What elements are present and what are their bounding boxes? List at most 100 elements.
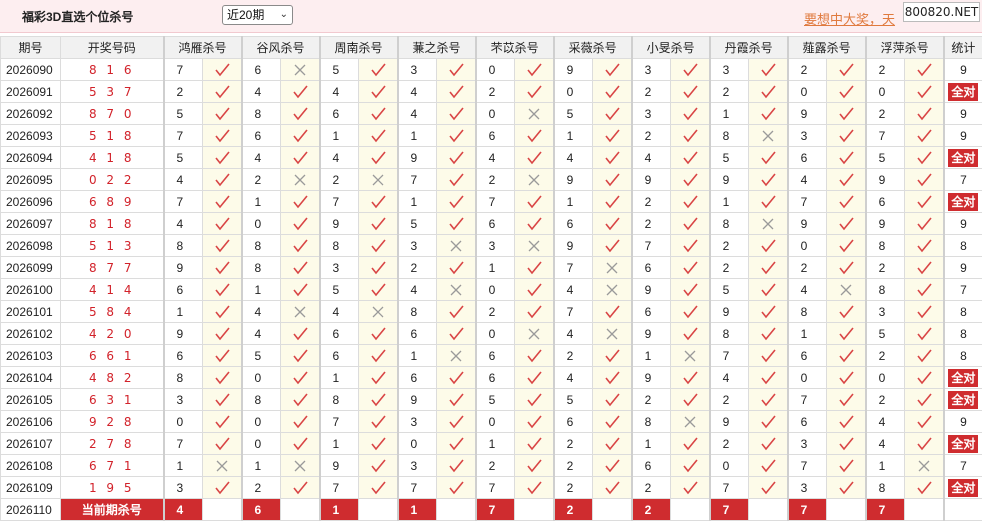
hit-mark-cell xyxy=(593,367,632,389)
check-icon xyxy=(214,415,230,429)
period-select[interactable]: 近20期 ⌄ xyxy=(222,5,293,25)
current-kill-number: 2 xyxy=(632,499,671,521)
check-icon xyxy=(604,151,620,165)
hit-mark-cell xyxy=(359,213,398,235)
check-icon xyxy=(604,305,620,319)
check-icon xyxy=(370,217,386,231)
top-bar: 福彩3D直选个位杀号 近20期 ⌄ 要想中大奖，天 800820.NET xyxy=(0,0,982,33)
cross-icon xyxy=(527,107,541,121)
hit-mark-cell xyxy=(203,169,242,191)
hit-mark-cell xyxy=(281,323,320,345)
check-icon xyxy=(370,195,386,209)
stat-cell: 7 xyxy=(944,169,982,191)
check-icon xyxy=(526,481,542,495)
check-icon xyxy=(916,63,932,77)
cross-icon xyxy=(917,459,931,473)
col-expert-header: 浮萍杀号 xyxy=(866,37,944,59)
draw-number-cell: 1 9 5 xyxy=(61,477,164,499)
draw-number-cell: 5 1 3 xyxy=(61,235,164,257)
check-icon xyxy=(448,415,464,429)
site-badge: 800820.NET xyxy=(903,2,980,22)
hit-mark-cell xyxy=(749,455,788,477)
kill-number-cell: 9 xyxy=(554,235,593,257)
kill-number-cell: 9 xyxy=(398,389,437,411)
stat-cell: 全对 xyxy=(944,81,982,103)
check-icon xyxy=(604,173,620,187)
draw-number-cell: 9 2 8 xyxy=(61,411,164,433)
hit-mark-cell xyxy=(593,477,632,499)
kill-number-cell: 2 xyxy=(710,389,749,411)
cross-icon xyxy=(683,349,697,363)
check-icon xyxy=(526,349,542,363)
issue-cell: 2026108 xyxy=(1,455,61,477)
kill-number-cell: 3 xyxy=(476,235,515,257)
cross-icon xyxy=(293,63,307,77)
check-icon xyxy=(526,195,542,209)
check-icon xyxy=(370,393,386,407)
check-icon xyxy=(604,239,620,253)
kill-number-cell: 7 xyxy=(476,477,515,499)
kill-number-cell: 8 xyxy=(710,125,749,147)
check-icon xyxy=(214,63,230,77)
cross-icon xyxy=(605,283,619,297)
check-icon xyxy=(448,151,464,165)
check-icon xyxy=(838,239,854,253)
table-row: 20261069 2 800730689649 xyxy=(1,411,982,433)
kill-number-cell: 3 xyxy=(632,103,671,125)
hit-mark-cell xyxy=(515,125,554,147)
check-icon xyxy=(370,481,386,495)
hit-mark-cell xyxy=(515,191,554,213)
kill-number-cell: 2 xyxy=(632,389,671,411)
hit-mark-cell xyxy=(593,191,632,213)
hit-mark-cell xyxy=(905,81,944,103)
check-icon xyxy=(292,129,308,143)
stat-cell: 全对 xyxy=(944,191,982,213)
all-correct-badge: 全对 xyxy=(948,149,978,167)
kill-number-cell: 9 xyxy=(164,323,203,345)
hit-mark-cell xyxy=(281,81,320,103)
check-icon xyxy=(526,129,542,143)
check-icon xyxy=(604,129,620,143)
hit-mark-cell xyxy=(437,433,476,455)
hit-mark-cell xyxy=(437,59,476,81)
miss-mark-cell xyxy=(515,235,554,257)
kill-number-cell: 2 xyxy=(632,125,671,147)
table-row: 20260998 7 798321762229 xyxy=(1,257,982,279)
check-icon xyxy=(682,371,698,385)
hit-mark-cell xyxy=(281,367,320,389)
kill-number-cell: 1 xyxy=(164,455,203,477)
kill-number-cell: 7 xyxy=(788,191,827,213)
hit-mark-cell xyxy=(437,301,476,323)
kill-number-cell: 7 xyxy=(710,477,749,499)
check-icon xyxy=(214,107,230,121)
check-icon xyxy=(292,85,308,99)
kill-number-cell: 3 xyxy=(398,59,437,81)
kill-number-cell: 7 xyxy=(398,169,437,191)
hit-mark-cell xyxy=(905,477,944,499)
kill-number-cell: 1 xyxy=(710,103,749,125)
kill-number-cell: 6 xyxy=(320,323,359,345)
check-icon xyxy=(292,283,308,297)
draw-number-cell: 8 1 8 xyxy=(61,213,164,235)
table-row: 20261072 7 87010121234全对 xyxy=(1,433,982,455)
cross-icon xyxy=(293,305,307,319)
hit-mark-cell xyxy=(437,389,476,411)
check-icon xyxy=(760,261,776,275)
hit-mark-cell xyxy=(593,345,632,367)
check-icon xyxy=(682,327,698,341)
hit-mark-cell xyxy=(359,411,398,433)
hit-mark-cell xyxy=(671,433,710,455)
kill-number-cell: 7 xyxy=(164,433,203,455)
promo-link[interactable]: 要想中大奖，天 xyxy=(804,9,895,28)
kill-number-cell: 0 xyxy=(476,103,515,125)
draw-number-cell: 5 1 8 xyxy=(61,125,164,147)
hit-mark-cell xyxy=(515,389,554,411)
kill-number-cell: 4 xyxy=(242,147,281,169)
kill-number-cell: 4 xyxy=(788,169,827,191)
kill-number-cell: 7 xyxy=(320,411,359,433)
hit-mark-cell xyxy=(593,59,632,81)
check-icon xyxy=(604,85,620,99)
kill-number-cell: 7 xyxy=(320,477,359,499)
kill-number-cell: 7 xyxy=(710,345,749,367)
current-kill-number: 7 xyxy=(476,499,515,521)
